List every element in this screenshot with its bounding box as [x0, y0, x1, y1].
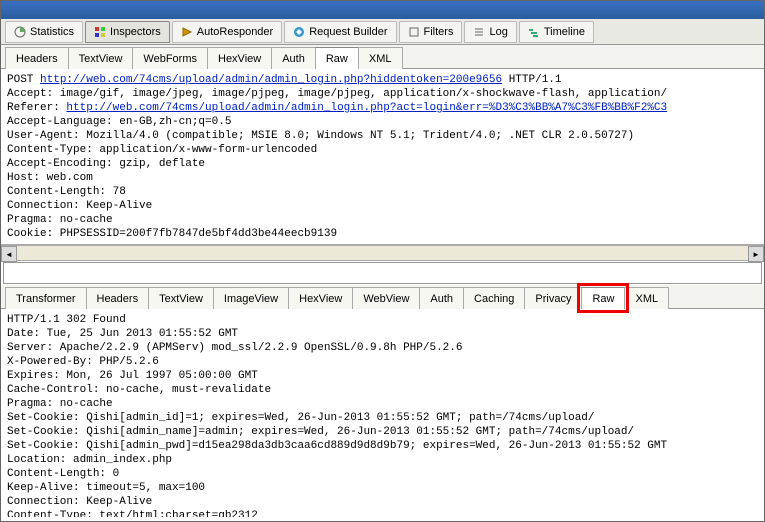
resp-contenttype: Content-Type: text/html;charset=gb2312 [7, 510, 258, 517]
resp-tab-webview-label: WebView [363, 293, 409, 305]
req-pragma: Pragma: no-cache [7, 214, 113, 226]
resp-tab-hexview-label: HexView [299, 293, 342, 305]
req-tab-xml[interactable]: XML [358, 47, 403, 69]
resp-tab-headers-label: Headers [97, 293, 139, 305]
timeline-icon [528, 26, 540, 38]
scroll-right-button[interactable]: ► [748, 246, 764, 262]
tab-statistics-label: Statistics [30, 26, 74, 38]
stats-icon [14, 26, 26, 38]
req-accept-language: Accept-Language: en-GB,zh-cn;q=0.5 [7, 116, 231, 128]
request-tab-bar: Headers TextView WebForms HexView Auth R… [1, 45, 764, 69]
request-protocol: HTTP/1.1 [502, 74, 561, 86]
resp-keepalive: Keep-Alive: timeout=5, max=100 [7, 482, 205, 494]
resp-tab-privacy[interactable]: Privacy [524, 287, 582, 309]
tab-inspectors[interactable]: Inspectors [85, 21, 170, 43]
req-referer-url[interactable]: http://web.com/74cms/upload/admin/admin_… [66, 102, 667, 114]
resp-tab-xml[interactable]: XML [624, 287, 669, 309]
resp-tab-transformer[interactable]: Transformer [5, 287, 87, 309]
req-accept-encoding: Accept-Encoding: gzip, deflate [7, 158, 205, 170]
tab-log[interactable]: Log [464, 21, 516, 43]
req-tab-textview-label: TextView [79, 53, 123, 65]
resp-tab-caching[interactable]: Caching [463, 287, 525, 309]
req-tab-auth[interactable]: Auth [271, 47, 316, 69]
resp-tab-headers[interactable]: Headers [86, 287, 150, 309]
tab-request-builder-label: Request Builder [309, 26, 387, 38]
resp-pragma: Pragma: no-cache [7, 398, 113, 410]
title-bar [1, 1, 764, 19]
scroll-track[interactable] [17, 246, 748, 260]
req-user-agent: User-Agent: Mozilla/4.0 (compatible; MSI… [7, 130, 634, 142]
tab-filters-label: Filters [424, 26, 454, 38]
resp-tab-privacy-label: Privacy [535, 293, 571, 305]
req-cookie: Cookie: PHPSESSID=200f7fb7847de5bf4dd3be… [7, 228, 337, 240]
resp-tab-raw[interactable]: Raw [581, 287, 625, 309]
resp-connection: Connection: Keep-Alive [7, 496, 152, 508]
resp-tab-webview[interactable]: WebView [352, 287, 420, 309]
resp-location: Location: admin_index.php [7, 454, 172, 466]
resp-tab-textview-label: TextView [159, 293, 203, 305]
resp-setcookie1: Set-Cookie: Qishi[admin_id]=1; expires=W… [7, 412, 595, 424]
req-tab-textview[interactable]: TextView [68, 47, 134, 69]
scroll-left-button[interactable]: ◄ [1, 246, 17, 262]
tab-timeline[interactable]: Timeline [519, 21, 594, 43]
tab-filters[interactable]: Filters [399, 21, 463, 43]
response-tab-bar: Transformer Headers TextView ImageView H… [1, 285, 764, 309]
req-tab-hexview-label: HexView [218, 53, 261, 65]
req-content-length: Content-Length: 78 [7, 186, 126, 198]
horizontal-scrollbar[interactable]: ◄ ► [1, 245, 764, 261]
resp-tab-imageview[interactable]: ImageView [213, 287, 289, 309]
req-accept: Accept: image/gif, image/jpeg, image/pjp… [7, 88, 667, 100]
request-url-link[interactable]: http://web.com/74cms/upload/admin/admin_… [40, 74, 502, 86]
response-raw-panel[interactable]: HTTP/1.1 302 Found Date: Tue, 25 Jun 201… [1, 309, 764, 517]
resp-contentlength: Content-Length: 0 [7, 468, 119, 480]
req-tab-xml-label: XML [369, 53, 392, 65]
resp-tab-caching-label: Caching [474, 293, 514, 305]
resp-tab-auth[interactable]: Auth [419, 287, 464, 309]
quickexec-input[interactable] [3, 262, 762, 284]
req-tab-auth-label: Auth [282, 53, 305, 65]
resp-tab-xml-label: XML [635, 293, 658, 305]
tab-log-label: Log [489, 26, 507, 38]
req-tab-headers[interactable]: Headers [5, 47, 69, 69]
req-referer-label: Referer: [7, 102, 66, 114]
req-tab-hexview[interactable]: HexView [207, 47, 272, 69]
main-tab-bar: Statistics Inspectors AutoResponder Requ… [1, 19, 764, 45]
resp-xpoweredby: X-Powered-By: PHP/5.2.6 [7, 356, 159, 368]
req-host: Host: web.com [7, 172, 93, 184]
tab-statistics[interactable]: Statistics [5, 21, 83, 43]
tab-autoresponder-label: AutoResponder [197, 26, 273, 38]
req-tab-headers-label: Headers [16, 53, 58, 65]
autoresponder-icon [181, 26, 193, 38]
req-tab-raw[interactable]: Raw [315, 47, 359, 69]
tab-request-builder[interactable]: Request Builder [284, 21, 396, 43]
resp-status: HTTP/1.1 302 Found [7, 314, 126, 326]
tab-autoresponder[interactable]: AutoResponder [172, 21, 282, 43]
req-tab-webforms-label: WebForms [143, 53, 197, 65]
request-raw-panel[interactable]: POST http://web.com/74cms/upload/admin/a… [1, 69, 764, 245]
resp-tab-hexview[interactable]: HexView [288, 287, 353, 309]
tab-inspectors-label: Inspectors [110, 26, 161, 38]
resp-cachecontrol: Cache-Control: no-cache, must-revalidate [7, 384, 271, 396]
resp-tab-textview[interactable]: TextView [148, 287, 214, 309]
req-connection: Connection: Keep-Alive [7, 200, 152, 212]
resp-setcookie3: Set-Cookie: Qishi[admin_pwd]=d15ea298da3… [7, 440, 667, 452]
log-icon [473, 26, 485, 38]
req-tab-webforms[interactable]: WebForms [132, 47, 208, 69]
req-tab-raw-label: Raw [326, 53, 348, 65]
resp-tab-raw-label: Raw [592, 293, 614, 305]
resp-server: Server: Apache/2.2.9 (APMServ) mod_ssl/2… [7, 342, 462, 354]
resp-date: Date: Tue, 25 Jun 2013 01:55:52 GMT [7, 328, 238, 340]
tab-timeline-label: Timeline [544, 26, 585, 38]
inspectors-icon [94, 26, 106, 38]
req-content-type: Content-Type: application/x-www-form-url… [7, 144, 317, 156]
resp-tab-transformer-label: Transformer [16, 293, 76, 305]
resp-tab-auth-label: Auth [430, 293, 453, 305]
resp-tab-imageview-label: ImageView [224, 293, 278, 305]
resp-expires: Expires: Mon, 26 Jul 1997 05:00:00 GMT [7, 370, 258, 382]
request-builder-icon [293, 26, 305, 38]
resp-setcookie2: Set-Cookie: Qishi[admin_name]=admin; exp… [7, 426, 634, 438]
filters-icon [408, 26, 420, 38]
request-method: POST [7, 74, 40, 86]
